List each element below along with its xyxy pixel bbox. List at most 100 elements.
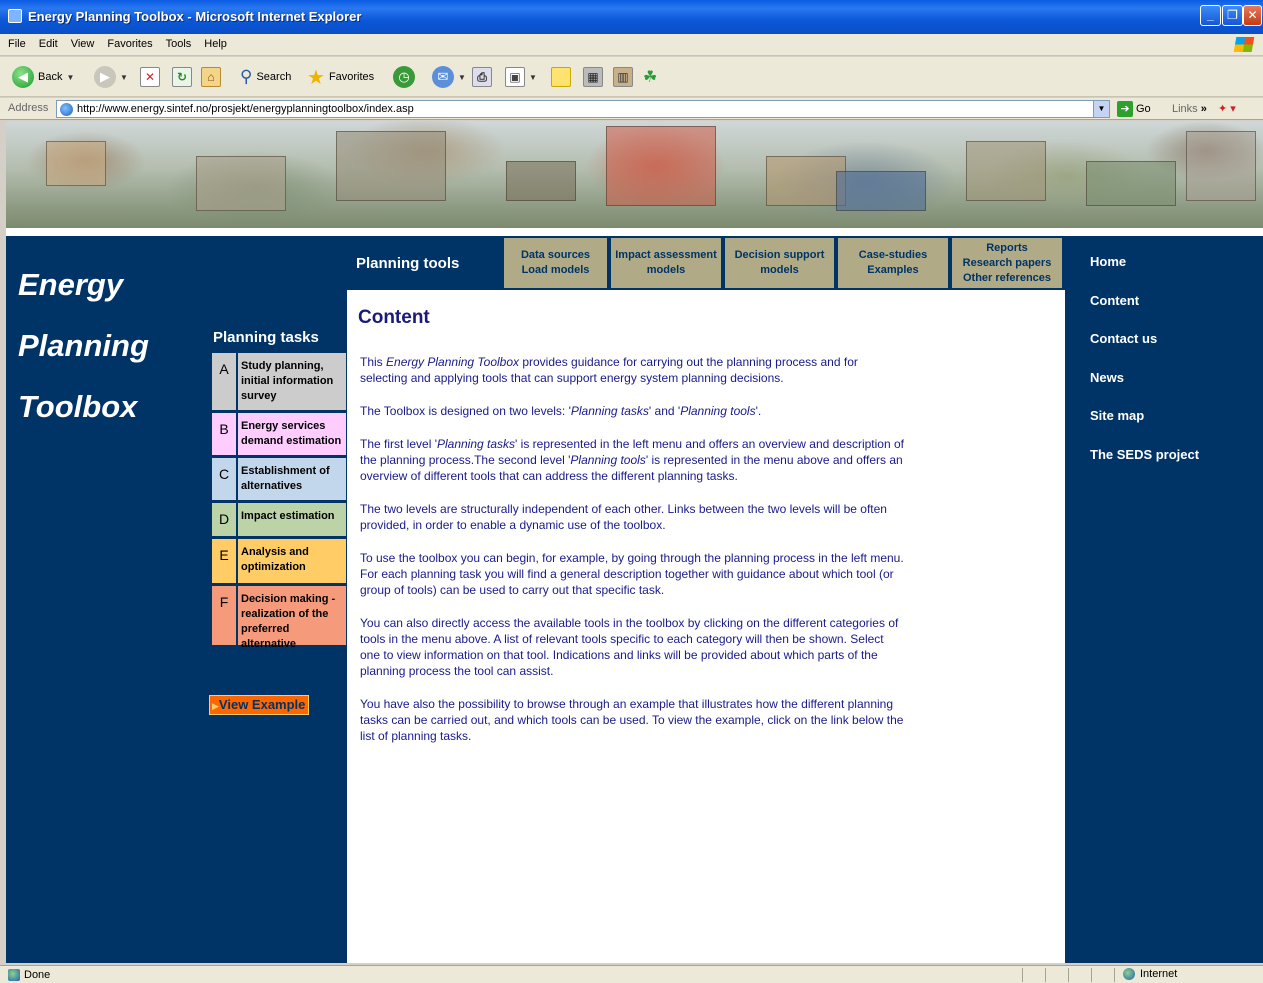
menu-favorites[interactable]: Favorites	[99, 34, 157, 50]
research-icon: ▦	[583, 67, 603, 87]
menu-view[interactable]: View	[63, 34, 100, 50]
task-d[interactable]: D Impact estimation	[211, 502, 347, 538]
internet-globe-icon	[1123, 968, 1135, 980]
status-bar: Done Internet	[0, 965, 1263, 983]
edit-button[interactable]: ▣ ▼	[505, 65, 537, 89]
address-bar: Address http://www.energy.sintef.no/pros…	[0, 98, 1263, 120]
nav-news[interactable]: News	[1090, 370, 1199, 409]
discuss-button[interactable]	[551, 65, 571, 89]
menu-bar: File Edit View Favorites Tools Help	[0, 34, 1263, 56]
mail-button[interactable]: ✉ ▼	[432, 65, 466, 89]
content-paragraph-6: You can also directly access the availab…	[360, 616, 899, 678]
page-done-icon	[8, 969, 20, 981]
security-zone[interactable]: Internet	[1123, 968, 1177, 980]
tab-decision-support[interactable]: Decision support models	[723, 238, 836, 290]
status-separator	[1091, 968, 1092, 982]
status-separator	[1068, 968, 1069, 982]
back-button[interactable]: ◀ Back ▼	[12, 65, 74, 89]
main-content-panel: Content This Energy Planning Toolbox pro…	[347, 290, 1065, 963]
close-button[interactable]: ✕	[1243, 5, 1262, 26]
tab-impact-assessment[interactable]: Impact assessment models	[609, 238, 723, 290]
menu-help[interactable]: Help	[196, 34, 232, 50]
home-button[interactable]: ⌂	[201, 65, 221, 89]
nav-contact-us[interactable]: Contact us	[1090, 331, 1199, 370]
task-c[interactable]: C Establishment of alternatives	[211, 457, 347, 502]
tab-case-studies[interactable]: Case-studies Examples	[836, 238, 950, 290]
search-label: Search	[256, 71, 292, 83]
media-icon: ▥	[613, 67, 633, 87]
tab-reports[interactable]: Reports Research papers Other references	[950, 238, 1064, 290]
planning-tools-menu: Data sources Load models Impact assessmen…	[502, 238, 1064, 290]
favorites-star-icon: ★	[307, 66, 325, 89]
links-chevron-icon[interactable]: »	[1201, 103, 1207, 115]
nav-content[interactable]: Content	[1090, 293, 1199, 332]
play-arrow-icon: ▶	[212, 701, 219, 711]
address-dropdown-icon[interactable]: ▼	[1093, 101, 1109, 117]
zone-label: Internet	[1140, 968, 1178, 980]
print-icon: ⎙	[472, 67, 492, 87]
status-separator	[1045, 968, 1046, 982]
task-e-letter: E	[219, 547, 229, 563]
task-a[interactable]: A Study planning, initial information su…	[211, 352, 347, 412]
address-url[interactable]: http://www.energy.sintef.no/prosjekt/ene…	[77, 103, 414, 115]
task-e-label[interactable]: Analysis and optimization	[236, 539, 346, 583]
links-toolbar[interactable]: Links » ✦ ▾	[1172, 102, 1236, 115]
task-b[interactable]: B Energy services demand estimation	[211, 412, 347, 457]
nav-home[interactable]: Home	[1090, 254, 1199, 293]
refresh-button[interactable]: ↻	[172, 65, 192, 89]
standard-toolbar: ◀ Back ▼ ▶ ▼ ✕ ↻ ⌂ ⚲ Search ★ Favorites …	[0, 57, 1263, 97]
messenger-button[interactable]: ☘	[643, 65, 657, 89]
minimize-button[interactable]: _	[1200, 5, 1221, 26]
task-f[interactable]: F Decision making - realization of the p…	[211, 585, 347, 650]
site-title[interactable]: Energy Planning Toolbox	[18, 254, 149, 437]
mail-dropdown-icon[interactable]: ▼	[458, 73, 466, 82]
planning-tasks-heading: Planning tasks	[213, 329, 319, 346]
nav-seds-project[interactable]: The SEDS project	[1090, 447, 1199, 486]
go-button[interactable]: ➔ Go	[1117, 101, 1151, 117]
stop-icon: ✕	[140, 67, 160, 87]
favorites-button[interactable]: ★ Favorites	[307, 65, 374, 89]
content-paragraph-2: The Toolbox is designed on two levels: '…	[360, 404, 762, 418]
forward-dropdown-icon[interactable]: ▼	[120, 73, 128, 82]
content-paragraph-7: You have also the possibility to browse …	[360, 697, 904, 743]
maximize-button[interactable]: ❐	[1222, 5, 1243, 26]
content-paragraph-5: To use the toolbox you can begin, for ex…	[360, 551, 904, 597]
address-label: Address	[8, 102, 49, 114]
address-input[interactable]: http://www.energy.sintef.no/prosjekt/ene…	[56, 100, 1110, 118]
nav-site-map[interactable]: Site map	[1090, 408, 1199, 447]
content-title: Content	[358, 307, 430, 328]
task-e[interactable]: E Analysis and optimization	[211, 538, 347, 585]
content-paragraph-3: The first level 'Planning tasks' is repr…	[360, 437, 904, 483]
status-done-label: Done	[24, 969, 51, 981]
edit-dropdown-icon[interactable]: ▼	[529, 73, 537, 82]
task-d-label[interactable]: Impact estimation	[236, 503, 346, 536]
media-button[interactable]: ▥	[613, 65, 633, 89]
history-button[interactable]: ◷	[393, 65, 415, 89]
go-arrow-icon: ➔	[1117, 101, 1133, 117]
acrobat-icon[interactable]: ✦ ▾	[1218, 103, 1236, 115]
forward-button[interactable]: ▶ ▼	[94, 65, 128, 89]
menu-edit[interactable]: Edit	[31, 34, 63, 50]
links-label: Links	[1172, 103, 1198, 115]
back-dropdown-icon[interactable]: ▼	[66, 73, 74, 82]
task-c-label[interactable]: Establishment of alternatives	[236, 458, 346, 500]
task-b-label[interactable]: Energy services demand estimation	[236, 413, 346, 455]
search-button[interactable]: ⚲ Search	[240, 65, 291, 89]
menu-file[interactable]: File	[0, 34, 31, 50]
task-f-label[interactable]: Decision making - realization of the pre…	[236, 586, 346, 650]
status-separator	[1114, 968, 1115, 982]
content-paragraph-1: This Energy Planning Toolbox provides gu…	[360, 355, 858, 385]
content-body: This Energy Planning Toolbox provides gu…	[360, 354, 905, 761]
view-example-button[interactable]: ▶View Example	[209, 695, 310, 715]
task-a-letter: A	[219, 361, 229, 377]
print-button[interactable]: ⎙	[472, 65, 492, 89]
task-c-letter: C	[218, 466, 230, 482]
research-button[interactable]: ▦	[583, 65, 603, 89]
history-icon: ◷	[393, 66, 415, 88]
menu-tools[interactable]: Tools	[158, 34, 197, 50]
tab-data-sources[interactable]: Data sources Load models	[502, 238, 609, 290]
window-title-bar[interactable]: Energy Planning Toolbox - Microsoft Inte…	[0, 0, 1263, 34]
page-icon	[60, 103, 73, 116]
stop-button[interactable]: ✕	[140, 65, 160, 89]
task-a-label[interactable]: Study planning, initial information surv…	[236, 353, 346, 410]
